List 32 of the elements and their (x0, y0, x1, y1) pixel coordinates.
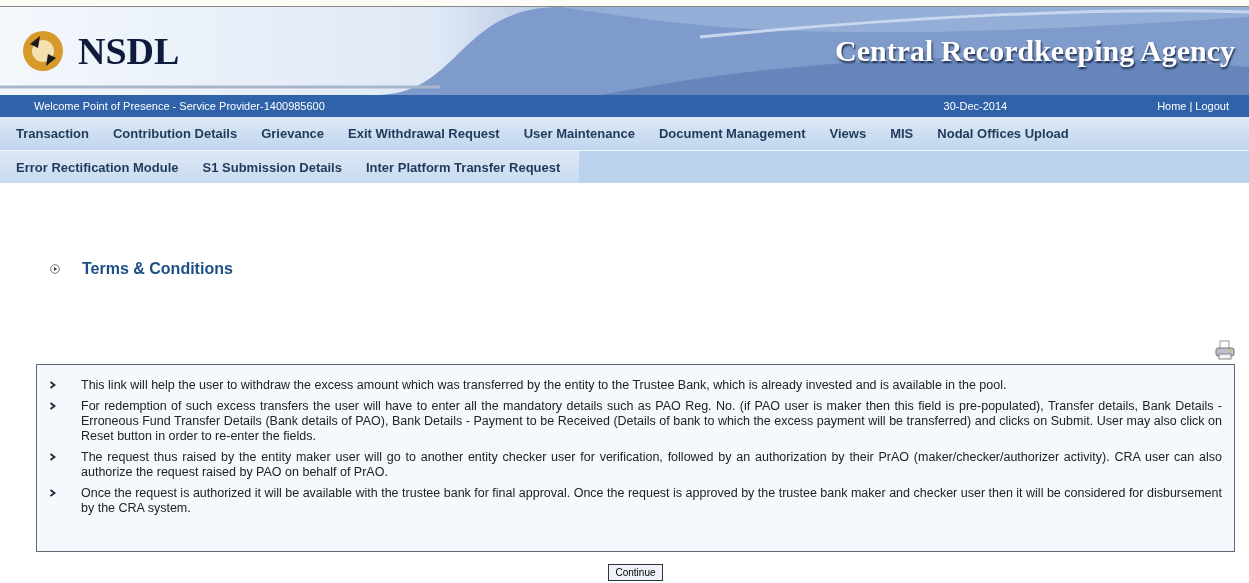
terms-text: The request thus raised by the entity maker user will go to another entity checker user for verification, followed by an authorization by their PrAO (maker/checker/authorizer activity). CRA user can also authorize the request raised by PAO on behalf of PrAO. (81, 450, 1222, 480)
menu-item[interactable]: Contribution Details (99, 126, 249, 141)
menu-item[interactable]: Error Rectification Module (0, 159, 190, 175)
logo-text: NSDL (78, 29, 180, 73)
chevron-icon (49, 453, 57, 461)
printer-icon[interactable] (1215, 340, 1235, 360)
continue-button[interactable]: Continue (608, 564, 663, 581)
menu-item[interactable]: Transaction (0, 126, 100, 141)
menu-item[interactable]: MIS (877, 126, 925, 141)
menu-item[interactable]: Exit Withdrawal Request (335, 126, 511, 141)
site-title: Central Recordkeeping Agency (835, 34, 1235, 68)
logo-icon (20, 28, 66, 74)
terms-text: Once the request is authorized it will be available with the trustee bank for final approval. Once the request is approved by the trustee bank maker and checker user then it will be considered for disbursement by the CRA system. (81, 486, 1222, 516)
date-text: 30-Dec-2014 (943, 100, 1008, 112)
chevron-icon (49, 381, 57, 389)
section-title: Terms & Conditions (82, 260, 233, 278)
chevron-icon (49, 402, 57, 410)
menu-item[interactable]: Nodal Offices Upload (924, 126, 1080, 141)
menu-item[interactable]: Inter Platform Transfer Request (352, 159, 572, 175)
menu-item[interactable]: Views (816, 126, 878, 141)
welcome-text: Welcome Point of Presence - Service Provider-1400985600 (34, 100, 326, 112)
menu-item[interactable]: S1 Submission Details (189, 159, 353, 175)
terms-text: This link will help the user to withdraw the excess amount which was transferred by the entity to the Trustee Bank, which is already invested and is available in the pool. (81, 378, 1007, 393)
link-separator: | (1189, 100, 1193, 112)
menu-item[interactable]: Document Management (645, 126, 817, 141)
menu-item[interactable]: Grievance (248, 126, 336, 141)
header-link[interactable]: Logout (1195, 100, 1229, 112)
menu-item[interactable]: User Maintenance (510, 126, 646, 141)
header-link[interactable]: Home (1157, 100, 1187, 112)
chevron-icon (49, 489, 57, 497)
terms-text: For redemption of such excess transfers the user will have to enter all the mandatory details such as PAO Reg. No. (if PAO user is maker then this field is pre-populated), Transfer details, Bank Details - Erroneous Fund Transfer Details (Bank details of PAO), Bank Details - Payment to be Received (Details of bank to which the excess payment will be transferred) and clicks on Submit. User may also click on Reset button in order to re-enter the fields. (81, 399, 1222, 444)
bullet-icon (50, 264, 60, 274)
